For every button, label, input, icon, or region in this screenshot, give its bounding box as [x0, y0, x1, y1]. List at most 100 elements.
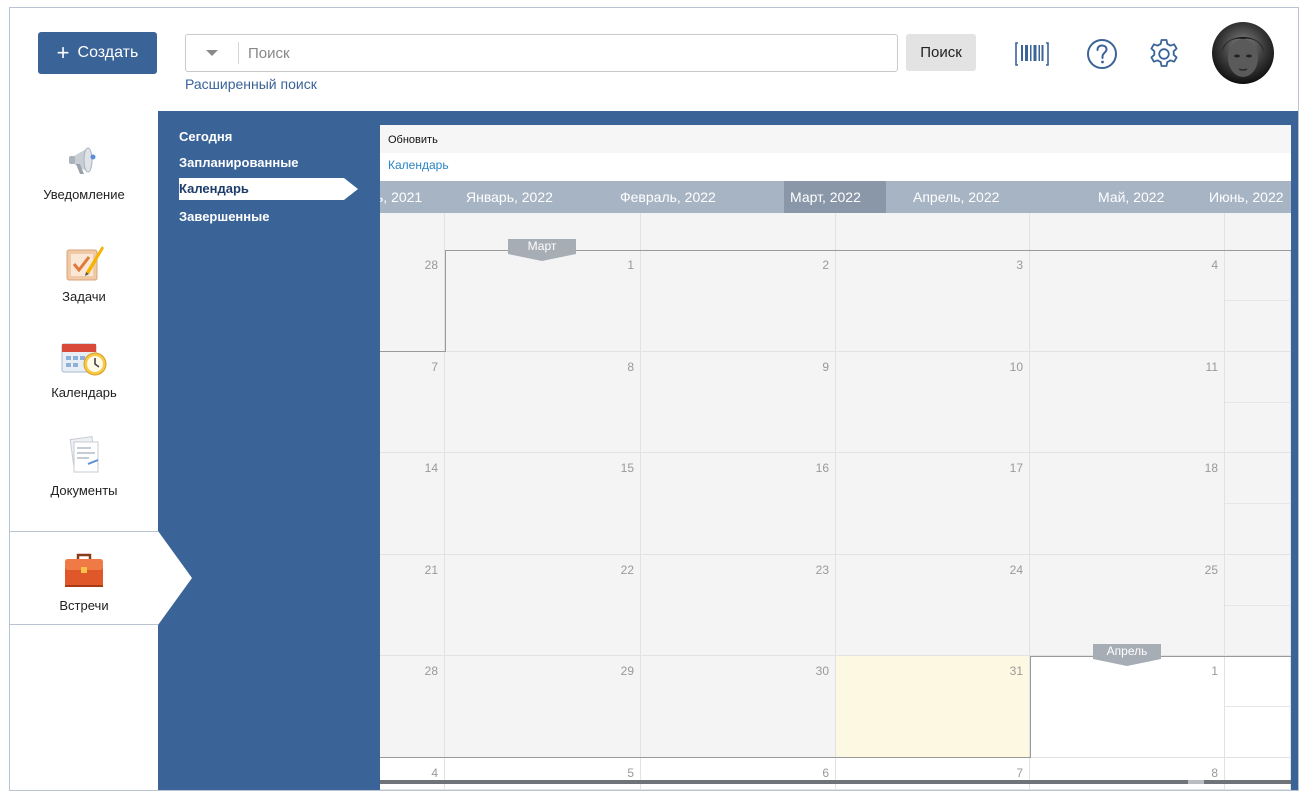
day-number: 15 [620, 461, 634, 475]
search-input[interactable] [248, 35, 888, 71]
day-cell[interactable]: 7 [836, 758, 1030, 790]
scrollbar-thumb[interactable] [1188, 780, 1204, 784]
calendar-clock-icon [60, 335, 108, 381]
day-number: 17 [1009, 461, 1023, 475]
day-cell[interactable]: 28 [380, 656, 445, 758]
tasks-icon [60, 239, 108, 285]
weekend-cell[interactable] [1225, 504, 1291, 555]
subnav-item-today[interactable]: Сегодня [179, 129, 232, 144]
barcode-icon[interactable] [1014, 36, 1050, 72]
month-jun-2022[interactable]: Июнь, 2022 [1209, 181, 1284, 213]
month-jan-2022[interactable]: Январь, 2022 [466, 181, 553, 213]
day-cell[interactable]: 25 [1030, 555, 1225, 656]
weekend-cell[interactable] [1225, 250, 1291, 301]
weekend-cell[interactable] [1225, 758, 1291, 790]
weekend-cell[interactable] [1225, 606, 1291, 656]
breadcrumb: Календарь [380, 153, 1291, 181]
horizontal-scrollbar[interactable] [380, 780, 1291, 784]
grid-header-cell [1030, 213, 1225, 250]
nav-item-documents[interactable]: Документы [10, 417, 158, 512]
header: + Создать Поиск Расширенный поиск [10, 8, 1298, 111]
day-number: 31 [1009, 664, 1023, 678]
day-cell[interactable]: 9 [641, 352, 836, 453]
grid-header-cell [641, 213, 836, 250]
day-cell[interactable]: 17 [836, 453, 1030, 555]
day-cell[interactable]: 11 [1030, 352, 1225, 453]
day-number: 6 [822, 766, 829, 780]
day-number: 4 [1211, 258, 1218, 272]
day-number: 7 [1016, 766, 1023, 780]
weekend-cell[interactable] [1225, 707, 1291, 758]
day-cell[interactable]: 4 [380, 758, 445, 790]
day-cell[interactable]: 30 [641, 656, 836, 758]
day-number: 23 [815, 563, 829, 577]
month-flag-label: Март [508, 239, 576, 254]
day-cell[interactable]: 8 [1030, 758, 1225, 790]
day-cell[interactable]: 24 [836, 555, 1030, 656]
refresh-button[interactable]: Обновить [388, 134, 438, 146]
nav-item-notifications[interactable]: Уведомление [10, 121, 158, 216]
day-number: 4 [431, 766, 438, 780]
breadcrumb-calendar[interactable]: Календарь [388, 158, 449, 172]
month-mar-2022[interactable]: Март, 2022 [784, 181, 886, 213]
day-number: 29 [620, 664, 634, 678]
weekend-cell[interactable] [1225, 403, 1291, 453]
create-button[interactable]: + Создать [38, 32, 157, 74]
day-cell[interactable]: 15 [445, 453, 641, 555]
subnav-item-planned[interactable]: Запланированные [179, 155, 299, 170]
day-cell[interactable]: 1 [445, 250, 641, 352]
day-cell[interactable]: 5 [445, 758, 641, 790]
nav-item-tasks[interactable]: Задачи [10, 223, 158, 318]
day-cell-today[interactable]: 31 [836, 656, 1030, 758]
app-frame: + Создать Поиск Расширенный поиск [9, 7, 1299, 791]
day-cell[interactable]: 4 [1030, 250, 1225, 352]
day-cell[interactable]: 7 [380, 352, 445, 453]
search-button[interactable]: Поиск [906, 34, 976, 71]
month-boundary-line [380, 757, 1031, 758]
help-icon[interactable] [1084, 36, 1120, 72]
day-cell[interactable]: 23 [641, 555, 836, 656]
search-filter-dropdown[interactable] [186, 35, 238, 71]
weekend-cell[interactable] [1225, 555, 1291, 606]
grid-header-cell [380, 213, 445, 250]
subnav-item-calendar[interactable]: Календарь [179, 178, 365, 200]
day-cell[interactable]: 2 [641, 250, 836, 352]
weekend-cell[interactable] [1225, 453, 1291, 504]
month-dec-2021[interactable]: ь, 2021 [380, 181, 422, 213]
day-cell[interactable]: 22 [445, 555, 641, 656]
day-cell[interactable]: 18 [1030, 453, 1225, 555]
month-flag-march: Март [508, 239, 576, 261]
subnav-item-completed[interactable]: Завершенные [179, 209, 269, 224]
day-cell[interactable]: 6 [641, 758, 836, 790]
weekend-cell[interactable] [1225, 656, 1291, 707]
day-cell[interactable]: 1 [1030, 656, 1225, 758]
nav-label: Уведомление [43, 187, 125, 202]
month-feb-2022[interactable]: Февраль, 2022 [620, 181, 716, 213]
weekend-cell[interactable] [1225, 352, 1291, 403]
avatar[interactable] [1212, 22, 1274, 84]
day-number: 5 [627, 766, 634, 780]
month-may-2022[interactable]: Май, 2022 [1098, 181, 1164, 213]
day-number: 1 [1211, 664, 1218, 678]
day-cell[interactable]: 3 [836, 250, 1030, 352]
advanced-search-link[interactable]: Расширенный поиск [185, 76, 317, 92]
calendar-panel: Обновить Календарь ь, 2021 Январь, 2022 … [380, 125, 1291, 790]
day-number: 14 [424, 461, 438, 475]
day-cell[interactable]: 29 [445, 656, 641, 758]
day-cell[interactable]: 16 [641, 453, 836, 555]
month-strip[interactable]: ь, 2021 Январь, 2022 Февраль, 2022 Март,… [380, 181, 1291, 213]
month-apr-2022[interactable]: Апрель, 2022 [913, 181, 999, 213]
settings-icon[interactable] [1146, 36, 1182, 72]
day-number: 21 [424, 563, 438, 577]
day-cell[interactable]: 8 [445, 352, 641, 453]
chevron-down-icon [206, 50, 218, 56]
day-cell[interactable]: 10 [836, 352, 1030, 453]
weekend-cell[interactable] [1225, 301, 1291, 352]
day-cell[interactable]: 28 [380, 250, 445, 352]
day-number: 30 [815, 664, 829, 678]
documents-icon [60, 433, 108, 479]
nav-item-meetings[interactable]: Встречи [10, 531, 158, 625]
day-cell[interactable]: 21 [380, 555, 445, 656]
nav-item-calendar[interactable]: Календарь [10, 319, 158, 414]
day-cell[interactable]: 14 [380, 453, 445, 555]
